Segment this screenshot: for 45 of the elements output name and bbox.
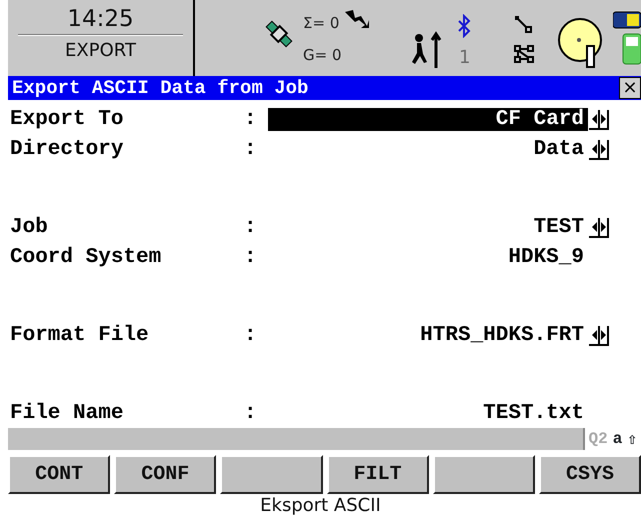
field-label: Job: [9, 216, 49, 238]
softkey[interactable]: CONT: [8, 455, 110, 494]
quality-indicator: Q2: [588, 430, 608, 448]
empty-softkey[interactable]: [220, 455, 323, 494]
field-value[interactable]: HTRS_HDKS.FRT: [268, 324, 588, 346]
shift-indicator: ⇧: [627, 430, 637, 449]
field-label: File Name: [9, 402, 124, 424]
satellite-sum: Σ= 0: [303, 13, 340, 34]
field-value[interactable]: TEST.txt: [268, 402, 588, 424]
field-label: Format File: [9, 324, 150, 346]
separator-colon: :: [244, 402, 258, 424]
separator-colon: :: [244, 246, 258, 268]
field-value[interactable]: HDKS_9: [268, 246, 588, 268]
separator-colon: :: [244, 108, 258, 130]
connection-icon: [513, 14, 533, 34]
field-value[interactable]: CF Card: [268, 108, 588, 130]
list-selector-icon[interactable]: [588, 324, 610, 346]
field-value[interactable]: Data: [268, 138, 588, 160]
empty-softkey[interactable]: [432, 455, 535, 494]
softkey[interactable]: CONF: [114, 455, 216, 494]
list-selector-icon[interactable]: [588, 138, 610, 160]
field-label: Coord System: [9, 246, 162, 268]
close-button[interactable]: ×: [619, 77, 641, 99]
panel-name: EXPORT: [65, 39, 136, 63]
time-text: 14:25: [67, 5, 134, 34]
dialog-title: Export ASCII Data from Job: [12, 77, 308, 99]
bluetooth-icon: [457, 14, 471, 38]
satellite-count: G= 0: [303, 45, 342, 66]
lightning-icon: [343, 8, 371, 30]
satellite-icon: [263, 18, 295, 50]
separator-colon: :: [244, 216, 258, 238]
softkey[interactable]: CSYS: [538, 455, 641, 494]
line-number: 1: [459, 46, 470, 70]
list-selector-icon[interactable]: [588, 216, 610, 238]
input-mode: a: [612, 430, 622, 448]
field-value[interactable]: TEST: [268, 216, 588, 238]
caption: Eksport ASCII: [259, 494, 382, 518]
separator-colon: :: [244, 138, 258, 160]
network-icon: [513, 44, 535, 64]
memory-card-icon: [557, 18, 605, 68]
list-selector-icon[interactable]: [588, 108, 610, 130]
softkey[interactable]: FILT: [326, 455, 429, 494]
field-label: Directory: [9, 138, 124, 160]
separator-colon: :: [244, 324, 258, 346]
field-label: Export To: [9, 108, 124, 130]
